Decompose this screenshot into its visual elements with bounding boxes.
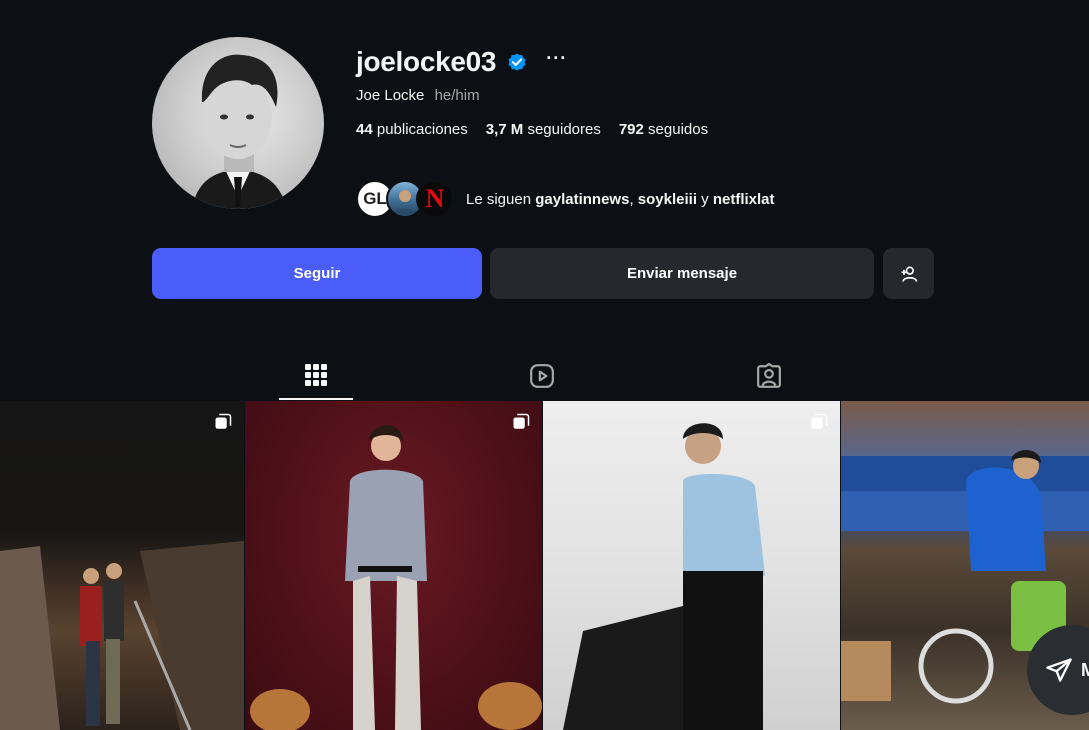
send-message-button[interactable]: Enviar mensaje (490, 248, 874, 299)
verified-badge-icon (506, 51, 528, 73)
pronouns: he/him (434, 87, 480, 104)
followed-by-account[interactable]: netflixlat (713, 191, 775, 208)
full-name: Joe Locke (356, 87, 425, 104)
floating-label: M (1081, 659, 1089, 680)
post-thumbnail[interactable] (543, 401, 840, 730)
multiple-photos-icon (513, 413, 530, 429)
name-row: Joe Locke he/him (356, 87, 480, 104)
follow-button[interactable]: Seguir (152, 248, 482, 299)
post-thumbnail[interactable] (0, 401, 244, 730)
tab-posts[interactable] (279, 352, 353, 400)
profile-tabs (0, 352, 1089, 400)
grid-icon (305, 364, 327, 386)
post-thumbnail[interactable] (245, 401, 542, 730)
post-image (563, 423, 765, 730)
send-icon (1046, 658, 1072, 682)
follower-avatar-netflixlat: N (416, 180, 454, 218)
followed-by-text: Le siguen gaylatinnews, soykleiii y netf… (466, 190, 775, 208)
followed-by-account[interactable]: soykleiii (638, 191, 697, 208)
username-row: joelocke03 ··· (356, 46, 567, 78)
posts-count: 44 publicaciones (356, 121, 468, 138)
following-link[interactable]: 792 seguidos (619, 121, 708, 138)
post-image (250, 425, 542, 730)
more-options-button[interactable]: ··· (546, 49, 567, 67)
tab-reels[interactable] (505, 352, 579, 400)
username: joelocke03 (356, 46, 497, 77)
followed-by[interactable]: GL N Le siguen gaylatinnews, soykleiii y… (356, 180, 775, 218)
posts-grid (0, 401, 1089, 730)
followers-link[interactable]: 3,7 M seguidores (486, 121, 601, 138)
multiple-photos-icon (215, 413, 232, 429)
add-person-icon (901, 266, 917, 282)
post-image (0, 541, 244, 730)
profile-photo (192, 54, 287, 209)
multiple-photos-icon (811, 413, 828, 429)
tab-tagged[interactable] (732, 352, 806, 400)
profile-avatar[interactable] (152, 37, 324, 209)
reels-icon (530, 364, 554, 388)
suggest-users-button[interactable] (883, 248, 934, 299)
profile-stats: 44 publicaciones 3,7 M seguidores 792 se… (356, 121, 708, 138)
followed-by-account[interactable]: gaylatinnews (535, 191, 629, 208)
tagged-icon (757, 363, 781, 388)
